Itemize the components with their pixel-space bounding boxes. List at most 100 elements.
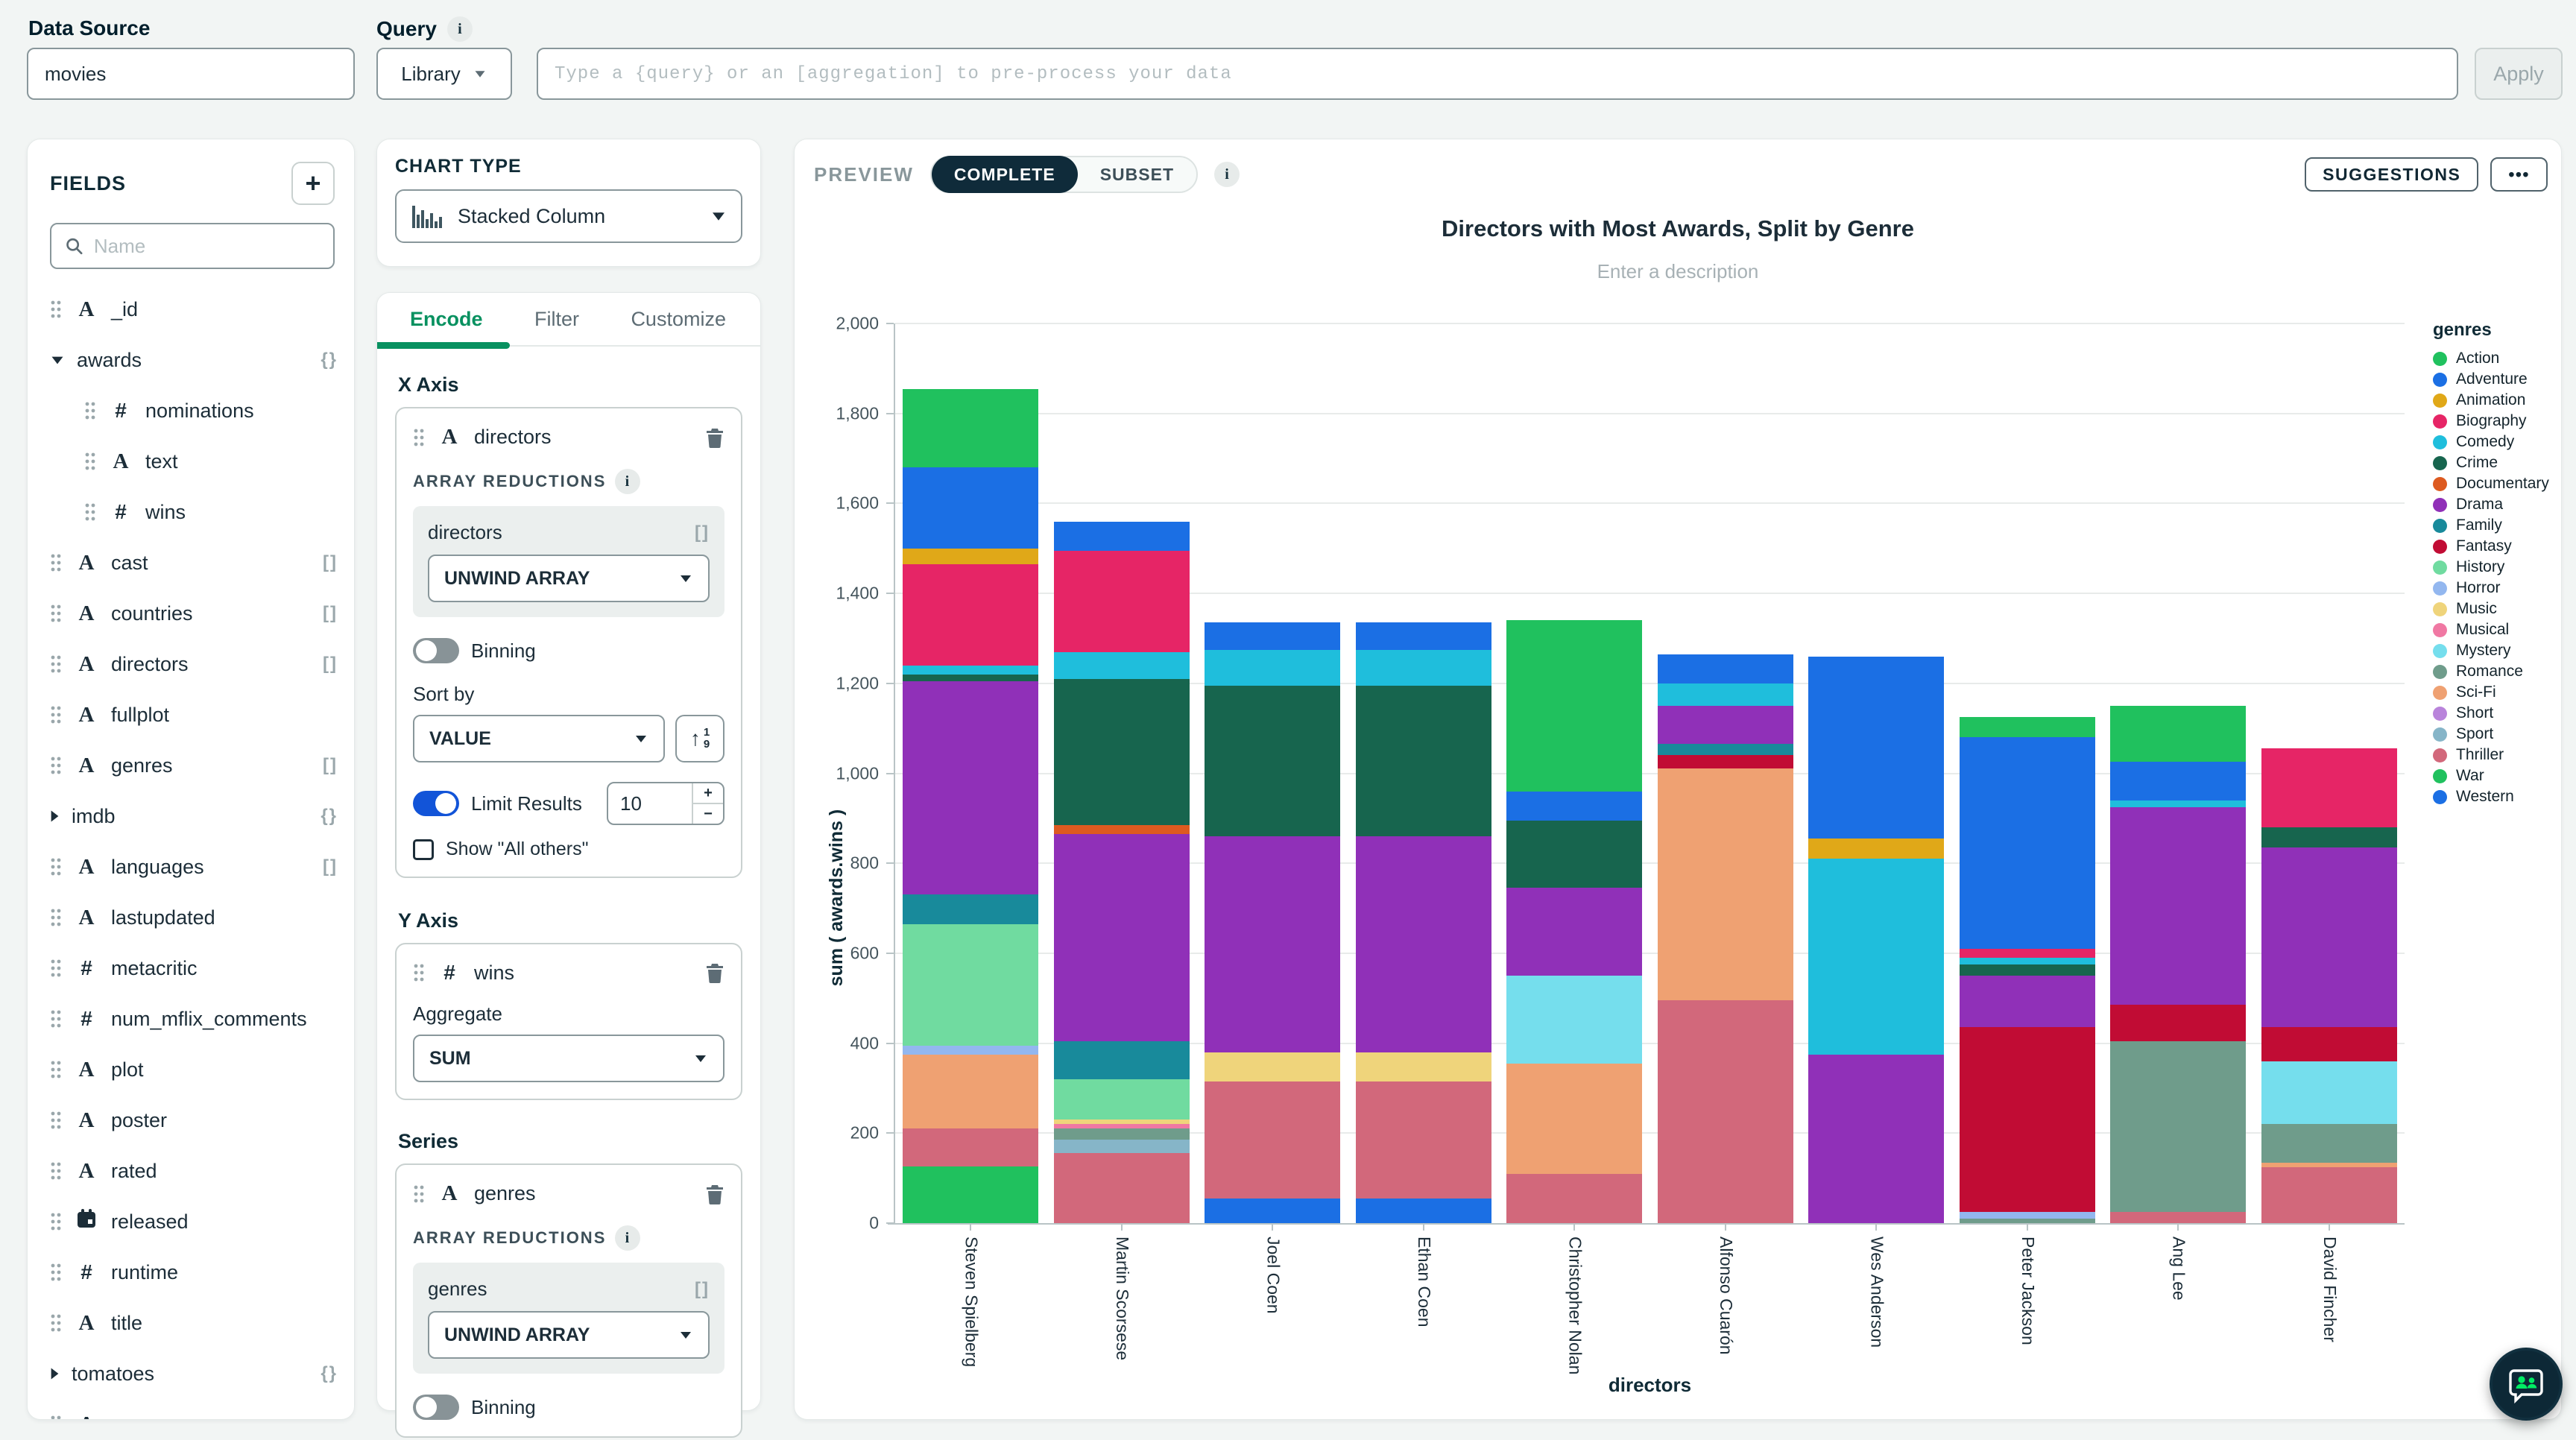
legend-item-documentary[interactable]: Documentary (2433, 473, 2549, 494)
legend-item-fantasy[interactable]: Fantasy (2433, 536, 2549, 557)
help-chat-button[interactable] (2490, 1348, 2563, 1421)
field-row-poster[interactable]: Aposter (28, 1095, 354, 1146)
field-row-awards[interactable]: awards {} (28, 335, 354, 385)
preview-info-icon[interactable]: i (1214, 162, 1240, 187)
field-row-countries[interactable]: Acountries [] (28, 588, 354, 639)
field-row-title[interactable]: Atitle (28, 1298, 354, 1348)
drag-handle-icon[interactable] (84, 502, 96, 522)
legend-item-musical[interactable]: Musical (2433, 619, 2549, 640)
sort-by-select[interactable]: VALUE (413, 715, 665, 762)
legend-item-family[interactable]: Family (2433, 515, 2549, 536)
legend-item-thriller[interactable]: Thriller (2433, 745, 2549, 765)
delete-field-icon[interactable] (705, 962, 724, 983)
drag-handle-icon[interactable] (50, 299, 62, 320)
array-reductions-info-icon[interactable]: i (615, 1225, 641, 1251)
field-row-rated[interactable]: Arated (28, 1146, 354, 1196)
field-row-wins[interactable]: # wins (28, 487, 354, 537)
query-input[interactable] (537, 48, 2458, 100)
query-mode-select[interactable]: Library (376, 48, 512, 100)
legend-item-drama[interactable]: Drama (2433, 494, 2549, 515)
drag-handle-icon[interactable] (50, 907, 62, 928)
field-row-plot[interactable]: Aplot (28, 1044, 354, 1095)
mode-complete[interactable]: COMPLETE (931, 156, 1078, 193)
field-row-released[interactable]: released (28, 1196, 354, 1247)
legend-item-biography[interactable]: Biography (2433, 411, 2549, 432)
drag-handle-icon[interactable] (50, 1211, 62, 1232)
drag-handle-icon[interactable] (50, 1414, 62, 1419)
expand-icon[interactable] (51, 810, 59, 822)
drag-handle-icon[interactable] (50, 1059, 62, 1080)
series-binning-toggle[interactable] (413, 1395, 459, 1420)
limit-results-toggle[interactable] (413, 791, 459, 816)
suggestions-button[interactable]: SUGGESTIONS (2305, 157, 2479, 192)
drag-handle-icon[interactable] (413, 1184, 425, 1204)
drag-handle-icon[interactable] (50, 552, 62, 573)
collapse-icon[interactable] (51, 356, 63, 364)
drag-handle-icon[interactable] (50, 1110, 62, 1131)
chart-title[interactable]: Directors with Most Awards, Split by Gen… (795, 215, 2561, 242)
delete-field-icon[interactable] (705, 427, 724, 448)
legend-item-romance[interactable]: Romance (2433, 661, 2549, 682)
tab-encode[interactable]: Encode (410, 308, 483, 331)
drag-handle-icon[interactable] (84, 451, 96, 472)
limit-results-input[interactable]: 10 + − (607, 782, 724, 825)
drag-handle-icon[interactable] (50, 1160, 62, 1181)
field-search[interactable] (50, 223, 335, 269)
tab-filter[interactable]: Filter (534, 308, 579, 331)
field-search-input[interactable] (93, 234, 320, 258)
drag-handle-icon[interactable] (84, 400, 96, 421)
x-binning-toggle[interactable] (413, 638, 459, 663)
field-row-lastupdated[interactable]: Alastupdated (28, 892, 354, 943)
tab-customize[interactable]: Customize (631, 308, 726, 331)
drag-handle-icon[interactable] (50, 704, 62, 725)
mode-subset[interactable]: SUBSET (1078, 156, 1196, 193)
drag-handle-icon[interactable] (50, 856, 62, 877)
drag-handle-icon[interactable] (50, 958, 62, 979)
field-row-genres[interactable]: Agenres [] (28, 740, 354, 791)
legend-item-music[interactable]: Music (2433, 599, 2549, 619)
field-row-num_mflix_comments[interactable]: # num_mflix_comments (28, 994, 354, 1044)
legend-item-horror[interactable]: Horror (2433, 578, 2549, 599)
x-reduction-select[interactable]: UNWIND ARRAY (428, 555, 710, 602)
chart-type-select[interactable]: Stacked Column (395, 189, 742, 243)
drag-handle-icon[interactable] (50, 1313, 62, 1333)
drag-handle-icon[interactable] (50, 1262, 62, 1283)
drag-handle-icon[interactable] (50, 654, 62, 675)
show-all-others-checkbox[interactable] (413, 839, 434, 860)
legend-item-mystery[interactable]: Mystery (2433, 640, 2549, 661)
legend-item-action[interactable]: Action (2433, 348, 2549, 369)
array-reductions-info-icon[interactable]: i (615, 469, 641, 494)
legend-item-short[interactable]: Short (2433, 703, 2549, 724)
field-row-fullplot[interactable]: Afullplot (28, 689, 354, 740)
legend-item-history[interactable]: History (2433, 557, 2549, 578)
legend-item-adventure[interactable]: Adventure (2433, 369, 2549, 390)
field-row-tomatoes[interactable]: tomatoes {} (28, 1348, 354, 1399)
field-row-directors[interactable]: Adirectors [] (28, 639, 354, 689)
field-row-languages[interactable]: Alanguages [] (28, 841, 354, 892)
query-info-icon[interactable]: i (446, 16, 473, 42)
data-source-input[interactable] (27, 48, 355, 100)
field-row-text[interactable]: Atext (28, 436, 354, 487)
aggregate-select[interactable]: SUM (413, 1035, 724, 1082)
field-row-_id[interactable]: A _id (28, 284, 354, 335)
field-row-cast[interactable]: Acast [] (28, 537, 354, 588)
field-row-metacritic[interactable]: # metacritic (28, 943, 354, 994)
field-row-partial[interactable]: A (28, 1399, 354, 1419)
legend-item-comedy[interactable]: Comedy (2433, 432, 2549, 452)
legend-item-sport[interactable]: Sport (2433, 724, 2549, 745)
drag-handle-icon[interactable] (50, 603, 62, 624)
field-row-runtime[interactable]: # runtime (28, 1247, 354, 1298)
legend-item-sci-fi[interactable]: Sci-Fi (2433, 682, 2549, 703)
legend-item-crime[interactable]: Crime (2433, 452, 2549, 473)
add-field-button[interactable]: + (291, 162, 335, 205)
field-row-nominations[interactable]: # nominations (28, 385, 354, 436)
more-options-button[interactable]: ••• (2490, 157, 2548, 192)
sort-direction-button[interactable]: ↑ 19 (675, 715, 724, 762)
series-reduction-select[interactable]: UNWIND ARRAY (428, 1311, 710, 1359)
legend-item-animation[interactable]: Animation (2433, 390, 2549, 411)
decrement-button[interactable]: − (693, 804, 723, 824)
drag-handle-icon[interactable] (50, 755, 62, 776)
drag-handle-icon[interactable] (50, 1008, 62, 1029)
increment-button[interactable]: + (693, 783, 723, 804)
apply-button[interactable]: Apply (2475, 48, 2563, 100)
